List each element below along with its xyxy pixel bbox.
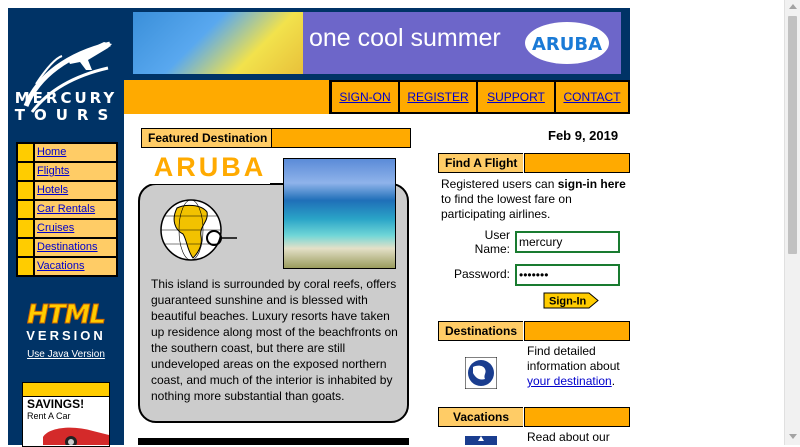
register-link[interactable]: REGISTER [407, 90, 468, 104]
java-version-link[interactable]: Use Java Version [27, 349, 105, 360]
featured-description: This island is surrounded by coral reefs… [151, 277, 398, 403]
bullet-icon [18, 258, 33, 275]
destinations-link[interactable]: Destinations [37, 241, 98, 253]
scroll-up-arrow-icon[interactable] [789, 4, 797, 9]
sidebar-item-cruises: Cruises [18, 220, 116, 237]
login-intro: Registered users can sign-in here to fin… [441, 177, 626, 221]
car-rental-ad[interactable]: SAVINGS! Rent A Car [22, 382, 110, 447]
user-name-label: User Name: [474, 228, 510, 256]
menu-item-contact: CONTACT [556, 82, 628, 112]
aruba-badge-text: ARUBA [531, 34, 603, 55]
brand-name: MERCURY TOURS [14, 89, 118, 124]
vacations-description: Read about our [527, 430, 610, 444]
home-link[interactable]: Home [37, 146, 66, 158]
destinations-heading: Destinations [438, 321, 524, 341]
vacations-icon[interactable] [465, 436, 497, 445]
sidebar-item-hotels: Hotels [18, 182, 116, 199]
beach-photo [133, 12, 303, 74]
sidebar-item-vacations: Vacations [18, 258, 116, 275]
globe-icon [160, 199, 237, 261]
aruba-beach-photo [283, 158, 396, 269]
password-label: Password: [453, 267, 510, 281]
bullet-icon [18, 144, 33, 161]
cruises-link[interactable]: Cruises [37, 222, 74, 234]
contact-link[interactable]: CONTACT [563, 90, 620, 104]
sign-in-label: Sign-In [549, 296, 587, 308]
flights-link[interactable]: Flights [37, 165, 69, 177]
featured-title: ARUBA [150, 150, 270, 184]
menu-item-support: SUPPORT [478, 82, 554, 112]
featured-destination-header: Featured Destination [141, 128, 411, 148]
banner-ad[interactable]: one cool summer ARUBA [133, 12, 621, 74]
version-label: VERSION [26, 328, 106, 343]
sidebar-item-flights: Flights [18, 163, 116, 180]
globe-link-icon[interactable] [465, 357, 497, 389]
vacations-header: Vacations [438, 407, 630, 427]
scroll-down-arrow-icon[interactable] [789, 434, 797, 439]
destinations-description: Find detailed information about your des… [527, 344, 620, 388]
header-fill [271, 128, 411, 148]
find-flight-header: Find A Flight [438, 153, 630, 173]
menu-item-sign-on: SIGN-ON [332, 82, 398, 112]
header-fill [524, 321, 630, 341]
hotels-link[interactable]: Hotels [37, 184, 68, 196]
find-flight-heading: Find A Flight [438, 153, 524, 173]
support-link[interactable]: SUPPORT [487, 90, 545, 104]
featured-destination-heading: Featured Destination [141, 128, 274, 148]
your-destination-link[interactable]: your destination [527, 374, 612, 388]
ad-savings: SAVINGS! [27, 397, 85, 411]
sign-in-button[interactable]: Sign-In [543, 292, 599, 309]
red-car-icon [43, 427, 109, 445]
bullet-icon [18, 201, 33, 218]
next-section-header [138, 438, 409, 445]
vacations-link[interactable]: Vacations [37, 260, 85, 272]
vacations-heading: Vacations [438, 407, 524, 427]
bullet-icon [18, 239, 33, 256]
sidebar-item-car-rentals: Car Rentals [18, 201, 116, 218]
sign-in-here-text: sign-in here [557, 177, 626, 191]
sign-on-link[interactable]: SIGN-ON [339, 90, 390, 104]
banner-text: one cool summer [309, 24, 501, 52]
html-version-logo: HTML [27, 300, 107, 331]
ad-subtitle: Rent A Car [27, 411, 71, 421]
destinations-header: Destinations [438, 321, 630, 341]
bullet-icon [18, 163, 33, 180]
ad-bar [23, 383, 109, 397]
bullet-icon [18, 220, 33, 237]
header-fill [524, 407, 630, 427]
header-fill [524, 153, 630, 173]
sidebar-item-home: Home [18, 144, 116, 161]
menu-item-register: REGISTER [400, 82, 476, 112]
user-name-input[interactable]: mercury [515, 231, 620, 253]
html-version-badge: HTML VERSION Use Java Version [16, 300, 116, 361]
sidebar-nav: Home Flights Hotels Car Rentals Cruises … [16, 142, 118, 277]
current-date: Feb 9, 2019 [548, 128, 619, 143]
sidebar-item-destinations: Destinations [18, 239, 116, 256]
aruba-badge: ARUBA [525, 22, 609, 64]
car-rentals-link[interactable]: Car Rentals [37, 203, 95, 215]
scroll-thumb[interactable] [788, 16, 797, 254]
top-menu: SIGN-ON REGISTER SUPPORT CONTACT [124, 80, 630, 114]
top-banner: one cool summer ARUBA [124, 8, 630, 80]
vertical-scrollbar[interactable] [784, 0, 800, 445]
password-input[interactable]: ••••••• [515, 264, 620, 286]
bullet-icon [18, 182, 33, 199]
